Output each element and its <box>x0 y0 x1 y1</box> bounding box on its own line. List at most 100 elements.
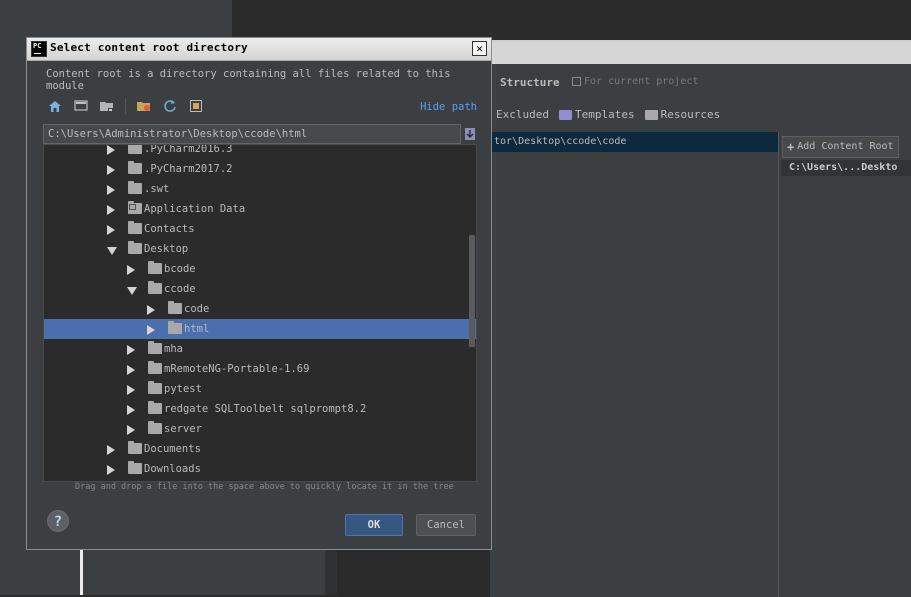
tree-row[interactable]: pytest <box>44 379 476 399</box>
expand-arrow-right-icon[interactable] <box>107 445 115 455</box>
for-current-project-note: For current project <box>572 76 698 87</box>
expand-arrow-right-icon[interactable] <box>147 325 155 335</box>
expand-arrow-right-icon[interactable] <box>107 225 115 235</box>
expand-arrow-right-icon[interactable] <box>107 165 115 175</box>
folder-icon <box>148 421 162 434</box>
folder-icon <box>168 301 182 314</box>
expand-arrow-right-icon[interactable] <box>127 365 135 375</box>
project-structure-window: Structure For current project Excluded T… <box>490 40 911 597</box>
expand-arrow-right-icon[interactable] <box>127 265 135 275</box>
ide-top-left-panel <box>0 0 232 40</box>
tree-row[interactable]: mRemoteNG-Portable-1.69 <box>44 359 476 379</box>
hide-path-link[interactable]: Hide path <box>420 101 477 113</box>
tree-row-label: Downloads <box>144 463 201 475</box>
tab-excluded[interactable]: Excluded <box>496 108 549 121</box>
tree-row[interactable]: mha <box>44 339 476 359</box>
expand-arrow-right-icon[interactable] <box>127 385 135 395</box>
tree-row-label: redgate SQLToolbelt sqlprompt8.2 <box>164 403 367 415</box>
tree-row[interactable]: redgate SQLToolbelt sqlprompt8.2 <box>44 399 476 419</box>
home-icon[interactable] <box>47 98 63 114</box>
toolbar-separator <box>125 98 126 114</box>
add-content-root-button[interactable]: + Add Content Root <box>782 136 899 158</box>
tree-row-label: html <box>184 323 210 335</box>
tree-row-label: mha <box>164 343 183 355</box>
add-content-root-label: Add Content Root <box>797 141 894 152</box>
folder-icon <box>128 145 142 154</box>
expand-arrow-right-icon[interactable] <box>107 465 115 475</box>
tree-row[interactable]: .PyCharm2016.3 <box>44 144 476 159</box>
refresh-icon[interactable] <box>162 98 178 114</box>
ok-button[interactable]: OK <box>345 514 403 536</box>
tree-row-label: bcode <box>164 263 196 275</box>
expand-arrow-right-icon[interactable] <box>107 145 115 155</box>
tree-row[interactable]: Application Data <box>44 199 476 219</box>
path-input[interactable]: C:\Users\Administrator\Desktop\ccode\htm… <box>43 124 461 144</box>
expand-arrow-down-icon[interactable] <box>107 247 117 255</box>
tree-row[interactable]: code <box>44 299 476 319</box>
tree-row-label: .PyCharm2017.2 <box>144 163 233 175</box>
tree-row[interactable]: Documents <box>44 439 476 459</box>
expand-arrow-right-icon[interactable] <box>147 305 155 315</box>
tree-row-label: Documents <box>144 443 201 455</box>
structure-heading: Structure <box>500 76 560 89</box>
folder-icon <box>148 281 162 294</box>
tree-row[interactable]: Downloads <box>44 459 476 479</box>
directory-tree[interactable]: .PyCharm2016.3 .PyCharm2017.2 .swt Applicat… <box>43 144 477 482</box>
plus-icon: + <box>787 140 795 154</box>
tree-row-label: mRemoteNG-Portable-1.69 <box>164 363 310 375</box>
for-current-project-label: For current project <box>584 76 699 87</box>
dialog-title: Select content root directory <box>50 41 248 54</box>
content-root-header[interactable]: C:\Users\...Deskto <box>781 160 911 176</box>
mark-as-tabs: Excluded Templates Resources <box>496 108 720 121</box>
expand-arrow-right-icon[interactable] <box>127 405 135 415</box>
new-folder-icon[interactable] <box>136 98 152 114</box>
ide-top-editor <box>232 0 911 40</box>
pycharm-app-icon: PC <box>31 41 47 57</box>
tree-row-label: .PyCharm2016.3 <box>144 144 233 155</box>
folder-icon <box>148 261 162 274</box>
tab-resources[interactable]: Resources <box>644 108 720 121</box>
folder-icon <box>128 461 142 474</box>
tree-row[interactable]: .PyCharm2017.2 <box>44 159 476 179</box>
tree-row[interactable]: server <box>44 419 476 439</box>
folder-icon <box>168 321 182 334</box>
tree-row[interactable]: .swt <box>44 179 476 199</box>
tree-row-label: Application Data <box>144 203 246 215</box>
help-icon: ? <box>53 514 63 530</box>
expand-arrow-right-icon[interactable] <box>127 345 135 355</box>
expand-arrow-right-icon[interactable] <box>127 425 135 435</box>
cancel-button[interactable]: Cancel <box>416 514 476 536</box>
folder-icon <box>148 401 162 414</box>
help-button[interactable]: ? <box>47 510 69 532</box>
select-content-root-dialog: PC Select content root directory ✕ Conte… <box>26 37 492 550</box>
tree-row-label: .swt <box>144 183 170 195</box>
project-scope-icon <box>572 77 581 86</box>
expand-arrow-right-icon[interactable] <box>107 205 115 215</box>
desktop-icon[interactable] <box>73 98 89 114</box>
tab-templates[interactable]: Templates <box>558 108 635 121</box>
tree-row[interactable]: ccode <box>44 279 476 299</box>
tree-row[interactable]: html <box>44 319 476 339</box>
content-root-path-row[interactable]: tor\Desktop\ccode\code <box>490 132 778 152</box>
tree-scroll-thumb[interactable] <box>469 235 475 347</box>
close-icon: ✕ <box>476 42 483 55</box>
tree-row-label: code <box>184 303 210 315</box>
structure-divider <box>778 132 779 597</box>
tree-row[interactable]: Contacts <box>44 219 476 239</box>
show-hidden-icon[interactable] <box>188 98 204 114</box>
tree-row-label: ccode <box>164 283 196 295</box>
tree-row[interactable]: bcode <box>44 259 476 279</box>
dialog-description: Content root is a directory containing a… <box>46 68 451 92</box>
folder-icon <box>128 221 142 234</box>
templates-folder-icon <box>558 109 572 120</box>
tree-row[interactable]: Desktop <box>44 239 476 259</box>
project-folder-icon[interactable] <box>99 98 115 114</box>
folder-icon <box>148 381 162 394</box>
expand-arrow-down-icon[interactable] <box>127 287 137 295</box>
close-button[interactable]: ✕ <box>472 41 487 56</box>
download-path-icon[interactable] <box>464 125 476 143</box>
expand-arrow-right-icon[interactable] <box>107 185 115 195</box>
folder-icon <box>128 181 142 194</box>
resources-folder-icon <box>644 109 658 120</box>
file-chooser-toolbar <box>47 98 204 114</box>
